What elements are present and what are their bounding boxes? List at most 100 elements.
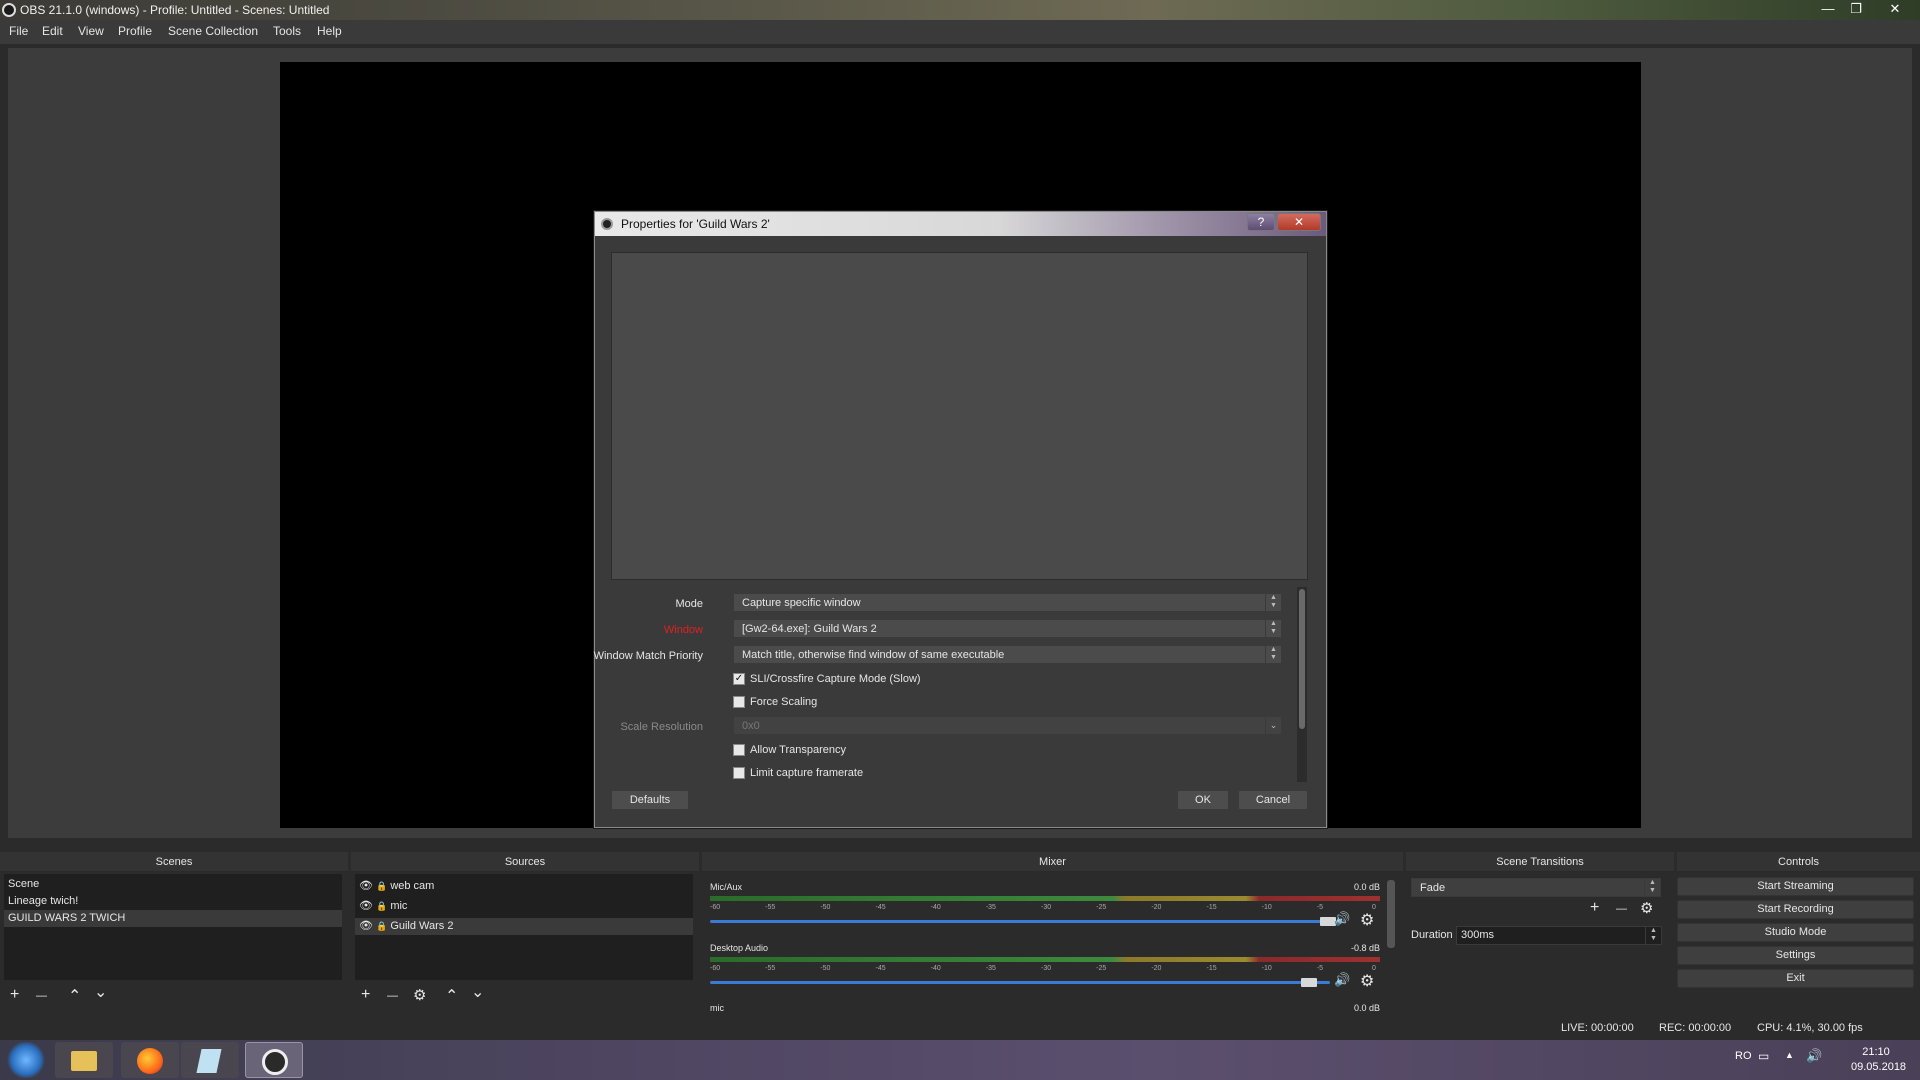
eye-icon[interactable]: 👁 bbox=[359, 920, 373, 932]
eye-icon[interactable]: 👁 bbox=[359, 900, 373, 912]
volume-slider-handle[interactable] bbox=[1301, 978, 1318, 987]
mixer-panel bbox=[705, 874, 1398, 1010]
scene-item-selected[interactable]: GUILD WARS 2 TWICH bbox=[4, 910, 342, 927]
firefox-icon[interactable] bbox=[121, 1042, 179, 1078]
transitions-toolbar: + — ⚙ bbox=[1590, 897, 1670, 921]
window-label: Window bbox=[663, 624, 703, 636]
start-button[interactable] bbox=[0, 1042, 52, 1078]
meter-tick-label: -10 bbox=[1261, 904, 1272, 911]
meter-ticks: -60 -55 -50 -45 -40 -35 -30 -25 -20 -15 -10 -5 0 bbox=[710, 904, 1380, 914]
sources-list: 👁 🔒 web cam 👁 🔒 mic 👁 🔒 Guild Wars 2 bbox=[355, 874, 693, 980]
properties-scrollbar[interactable] bbox=[1297, 587, 1307, 782]
channel-db: -0.8 dB bbox=[1350, 943, 1380, 953]
exit-button[interactable]: Exit bbox=[1677, 969, 1914, 988]
speaker-icon[interactable]: 🔊 bbox=[1334, 972, 1350, 988]
scale-resolution-label: Scale Resolution bbox=[620, 721, 703, 733]
notepad-icon[interactable] bbox=[181, 1042, 239, 1078]
channel-db: 0.0 dB bbox=[1353, 1003, 1380, 1013]
gear-icon[interactable]: ⚙ bbox=[1360, 971, 1374, 991]
force-scaling-checkbox[interactable] bbox=[733, 696, 745, 708]
eye-icon[interactable]: 👁 bbox=[359, 880, 373, 892]
spin-arrows-icon: ▲ ▼ bbox=[1265, 646, 1281, 663]
meter-tick-label: -35 bbox=[985, 965, 996, 972]
gear-icon[interactable]: ⚙ bbox=[413, 986, 426, 1004]
channel-name: Mic/Aux bbox=[710, 882, 743, 892]
duration-value: 300ms bbox=[1461, 929, 1495, 941]
meter-tick-label: -50 bbox=[820, 904, 831, 911]
spin-arrows-icon: ▲ ▼ bbox=[1644, 879, 1660, 896]
source-item-selected[interactable]: 👁 🔒 Guild Wars 2 bbox=[355, 918, 693, 935]
obs-taskbar-icon[interactable] bbox=[245, 1042, 303, 1078]
dialog-close-button[interactable]: ✕ bbox=[1277, 213, 1321, 231]
maximize-button[interactable]: ❐ bbox=[1841, 0, 1871, 18]
move-up-icon[interactable]: ⌃ bbox=[445, 986, 458, 1006]
sli-label: SLI/Crossfire Capture Mode (Slow) bbox=[750, 673, 921, 685]
move-down-icon[interactable]: ⌄ bbox=[94, 982, 107, 1002]
duration-spinbox[interactable]: 300ms ▲ ▼ bbox=[1456, 926, 1662, 945]
language-indicator[interactable]: RO bbox=[1735, 1050, 1752, 1062]
clock[interactable]: 21:10 09.05.2018 bbox=[1851, 1046, 1906, 1073]
window-select[interactable]: [Gw2-64.exe]: Guild Wars 2 ▲ ▼ bbox=[733, 619, 1282, 638]
limit-framerate-checkbox[interactable] bbox=[733, 767, 745, 779]
ok-button[interactable]: OK bbox=[1177, 790, 1229, 810]
menu-tools[interactable]: Tools bbox=[273, 24, 301, 38]
menu-scene-collection[interactable]: Scene Collection bbox=[168, 24, 258, 38]
mode-select[interactable]: Capture specific window ▲ ▼ bbox=[733, 593, 1282, 612]
scene-item[interactable]: Scene bbox=[4, 876, 342, 893]
volume-slider[interactable] bbox=[710, 981, 1330, 984]
help-button[interactable]: ? bbox=[1247, 213, 1275, 231]
menu-help[interactable]: Help bbox=[317, 24, 342, 38]
lock-icon[interactable]: 🔒 bbox=[376, 901, 387, 911]
priority-select[interactable]: Match title, otherwise find window of sa… bbox=[733, 645, 1282, 664]
lock-icon[interactable]: 🔒 bbox=[376, 921, 387, 931]
speaker-icon[interactable]: 🔊 bbox=[1334, 911, 1350, 927]
move-up-icon[interactable]: ⌃ bbox=[68, 986, 81, 1006]
priority-label: Window Match Priority bbox=[593, 650, 703, 662]
scene-item[interactable]: Lineage twich! bbox=[4, 893, 342, 910]
add-scene-icon[interactable]: + bbox=[10, 986, 19, 1004]
meter-ticks: -60 -55 -50 -45 -40 -35 -30 -25 -20 -15 -10 -5 0 bbox=[710, 965, 1380, 975]
clock-time: 21:10 bbox=[1862, 1046, 1890, 1058]
source-item[interactable]: 👁 🔒 web cam bbox=[355, 878, 693, 895]
remove-source-icon[interactable]: — bbox=[387, 990, 398, 1002]
network-icon[interactable]: ▭ bbox=[1758, 1049, 1769, 1063]
remove-scene-icon[interactable]: — bbox=[36, 990, 47, 1002]
properties-dialog: Properties for 'Guild Wars 2' ? ✕ Mode C… bbox=[594, 211, 1327, 828]
remove-transition-icon[interactable]: — bbox=[1616, 903, 1627, 915]
minimize-button[interactable]: — bbox=[1813, 0, 1843, 18]
start-recording-button[interactable]: Start Recording bbox=[1677, 900, 1914, 919]
volume-slider[interactable] bbox=[710, 920, 1330, 923]
menu-profile[interactable]: Profile bbox=[118, 24, 152, 38]
file-explorer-icon[interactable] bbox=[55, 1042, 113, 1078]
meter-tick-label: -40 bbox=[930, 965, 941, 972]
menu-edit[interactable]: Edit bbox=[42, 24, 63, 38]
dialog-title: Properties for 'Guild Wars 2' bbox=[621, 217, 770, 231]
transition-select[interactable]: Fade ▲ ▼ bbox=[1411, 878, 1661, 897]
menu-view[interactable]: View bbox=[78, 24, 104, 38]
add-transition-icon[interactable]: + bbox=[1590, 899, 1599, 917]
mixer-scrollbar[interactable] bbox=[1387, 880, 1395, 948]
speaker-tray-icon[interactable]: 🔊 bbox=[1806, 1048, 1822, 1064]
menu-file[interactable]: File bbox=[9, 24, 28, 38]
source-item[interactable]: 👁 🔒 mic bbox=[355, 898, 693, 915]
lock-icon[interactable]: 🔒 bbox=[376, 881, 387, 891]
close-window-button[interactable]: ✕ bbox=[1880, 0, 1910, 18]
studio-mode-button[interactable]: Studio Mode bbox=[1677, 923, 1914, 942]
allow-transparency-checkbox[interactable] bbox=[733, 744, 745, 756]
scenes-list: Scene Lineage twich! GUILD WARS 2 TWICH bbox=[4, 874, 342, 980]
sli-checkbox[interactable]: ✓ bbox=[733, 673, 745, 685]
scrollbar-thumb[interactable] bbox=[1299, 589, 1305, 729]
gear-icon[interactable]: ⚙ bbox=[1360, 910, 1374, 930]
spin-arrows-icon: ▲ ▼ bbox=[1265, 594, 1281, 611]
settings-button[interactable]: Settings bbox=[1677, 946, 1914, 965]
start-streaming-button[interactable]: Start Streaming bbox=[1677, 877, 1914, 896]
add-source-icon[interactable]: + bbox=[361, 986, 370, 1004]
tray-expand-icon[interactable]: ▲ bbox=[1785, 1050, 1794, 1060]
channel-name: Desktop Audio bbox=[710, 943, 769, 953]
gear-icon[interactable]: ⚙ bbox=[1640, 899, 1653, 917]
move-down-icon[interactable]: ⌄ bbox=[471, 982, 484, 1002]
cancel-button[interactable]: Cancel bbox=[1238, 790, 1308, 810]
defaults-button[interactable]: Defaults bbox=[611, 790, 689, 810]
dialog-titlebar[interactable]: Properties for 'Guild Wars 2' ? ✕ bbox=[595, 212, 1326, 236]
cpu-status: CPU: 4.1%, 30.00 fps bbox=[1757, 1022, 1863, 1034]
